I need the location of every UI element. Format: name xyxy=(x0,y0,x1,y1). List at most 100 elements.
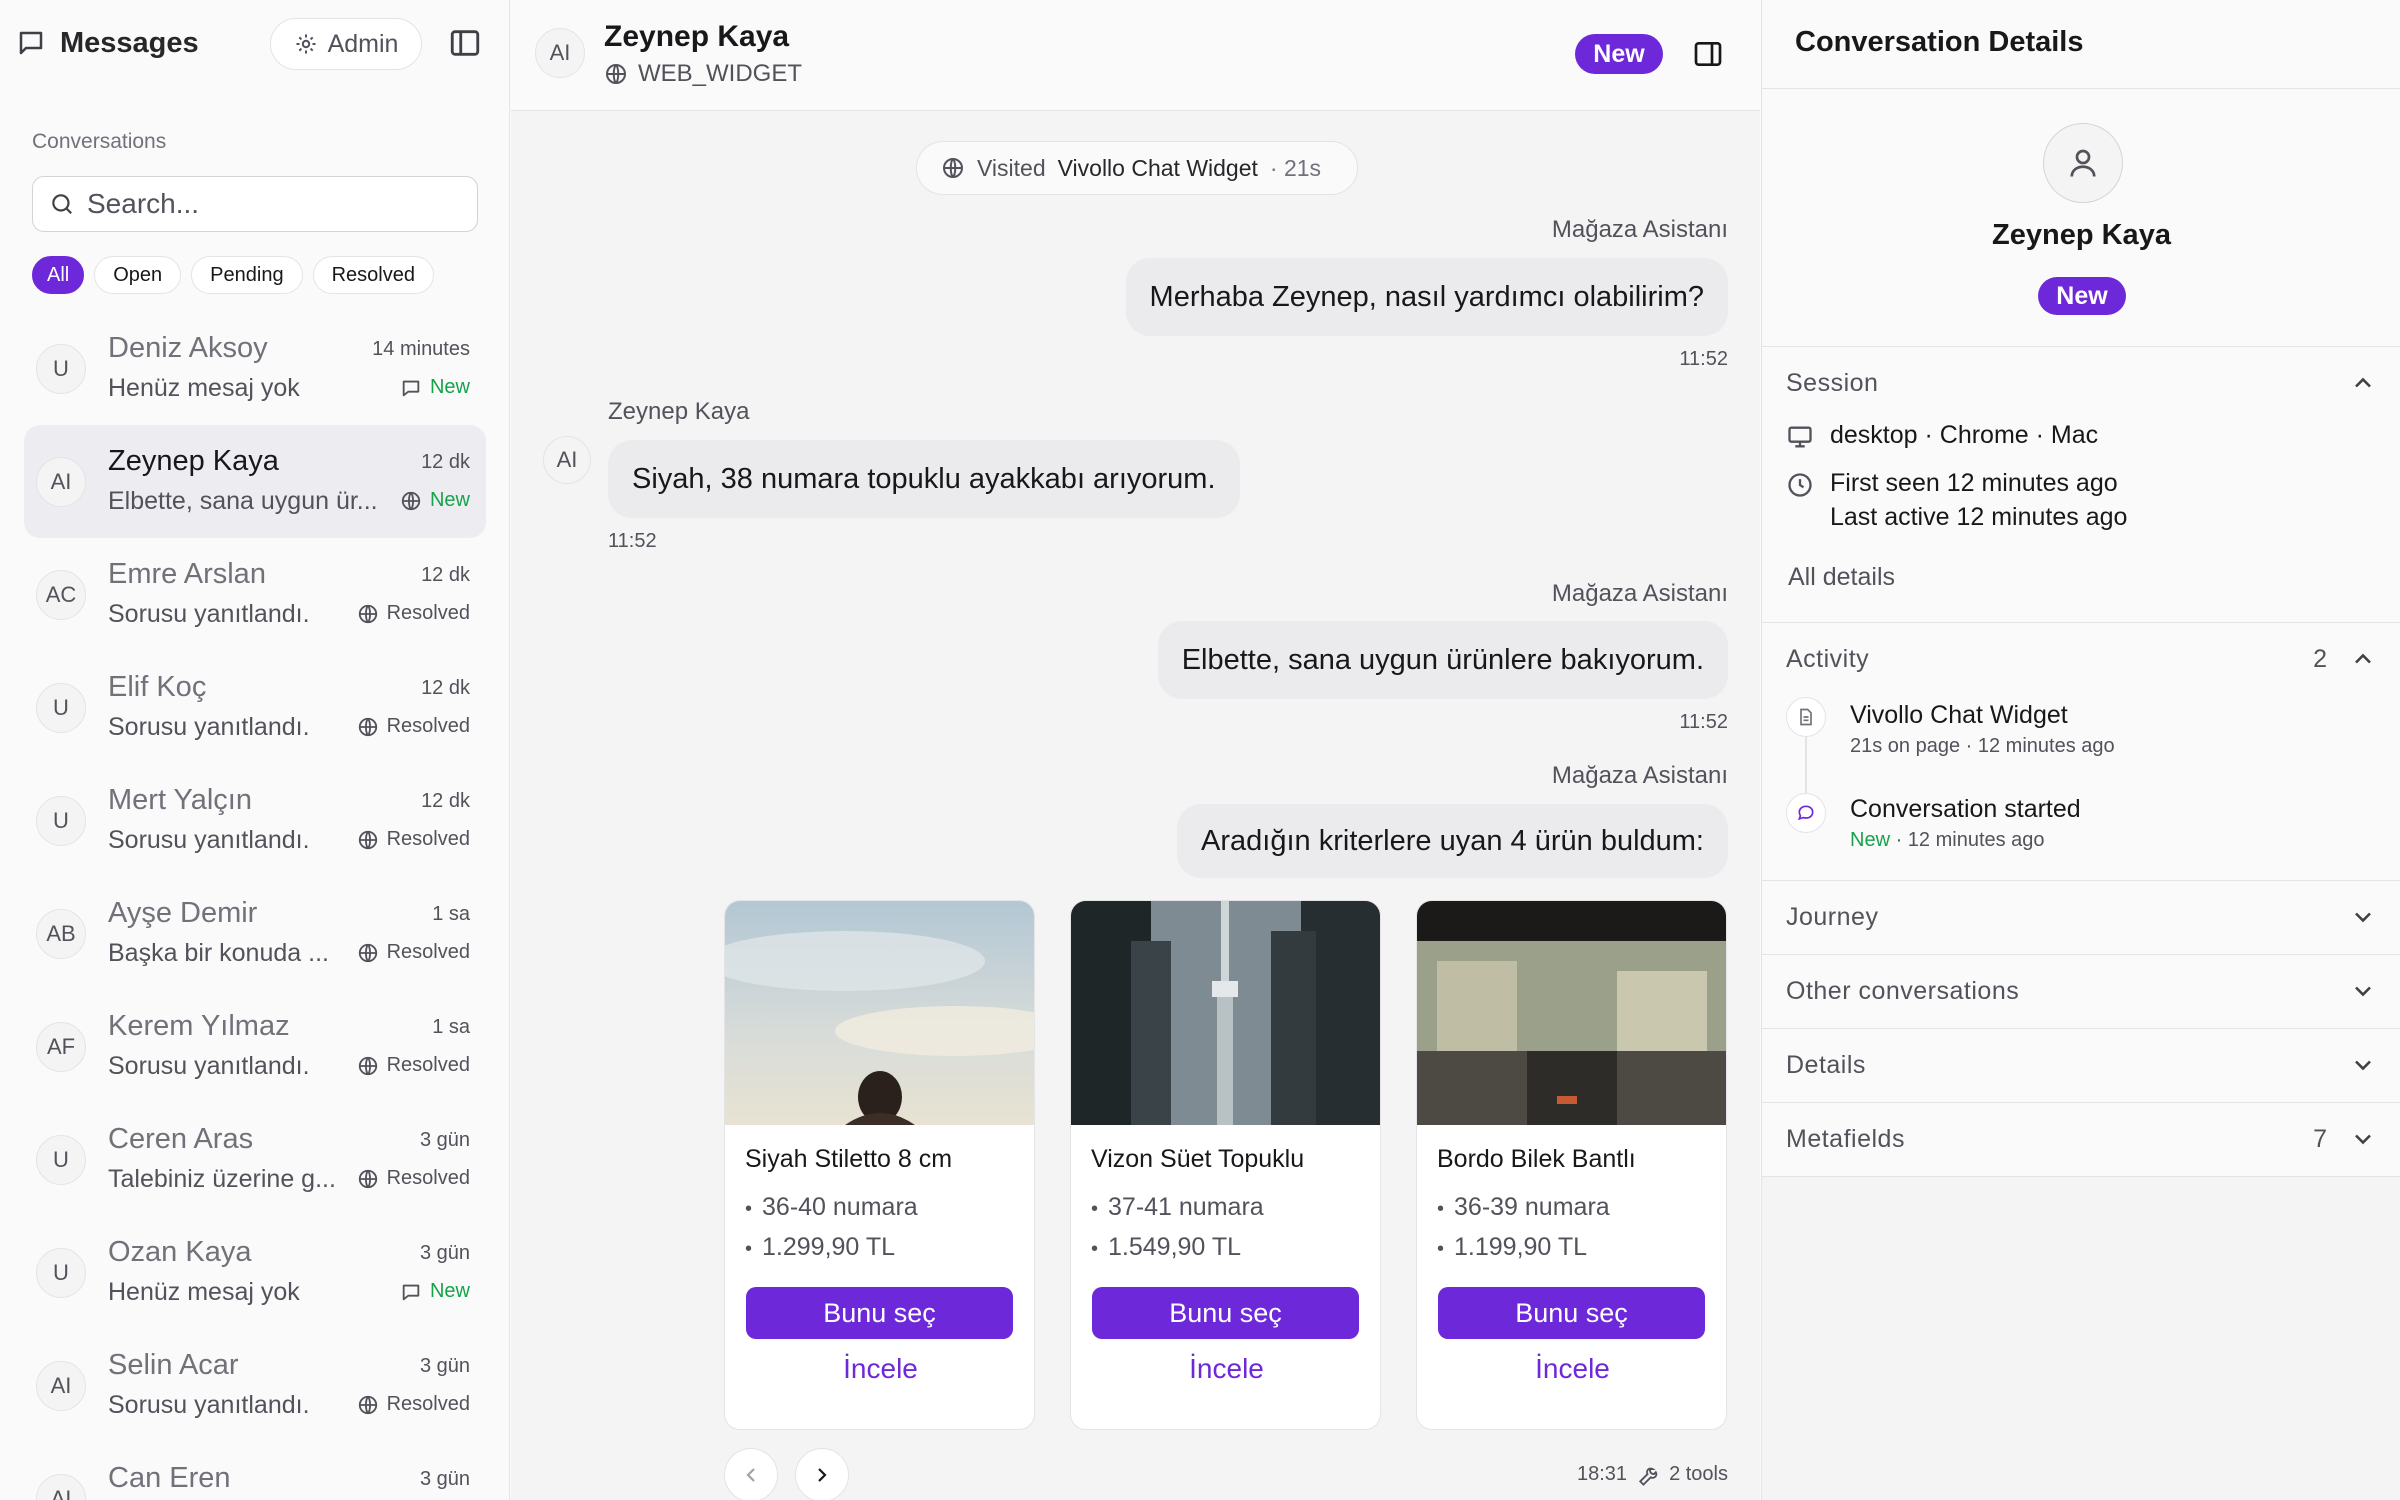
view-product-link[interactable]: İncele xyxy=(725,1353,1034,1385)
filter-pending[interactable]: Pending xyxy=(191,256,303,294)
activity-title[interactable]: Activity xyxy=(1786,645,1869,674)
product-size: 36-39 numara xyxy=(1437,1193,1610,1222)
conversation-item[interactable]: AC Emre Arslan 12 dk Sorusu yanıtlandı. Reso… xyxy=(24,538,486,651)
product-size: 36-40 numara xyxy=(745,1193,918,1222)
message-sender: Zeynep Kaya xyxy=(608,398,750,425)
admin-button[interactable]: Admin xyxy=(270,18,422,70)
other-conversations-title: Other conversations xyxy=(1786,977,2020,1005)
search-input[interactable] xyxy=(87,188,447,220)
details-section[interactable]: Details xyxy=(1762,1029,2400,1103)
journey-section[interactable]: Journey xyxy=(1762,881,2400,955)
monitor-icon xyxy=(1788,426,1812,448)
conversation-preview: Sorusu yanıtlandı. xyxy=(108,713,310,741)
filter-resolved[interactable]: Resolved xyxy=(312,256,434,294)
product-image xyxy=(1417,901,1726,1125)
conversation-item[interactable]: U Deniz Aksoy 14 minutes Henüz mesaj yok New xyxy=(24,312,486,425)
conversation-item[interactable]: AB Ayşe Demir 1 sa Başka bir konuda ... Reso… xyxy=(24,877,486,990)
chevron-up-icon[interactable] xyxy=(2349,645,2377,673)
sidebar-toggle-icon[interactable] xyxy=(448,26,482,60)
view-product-link[interactable]: İncele xyxy=(1417,1353,1726,1385)
chat-bubble-icon xyxy=(1797,805,1814,821)
conversation-preview: Sorusu yanıtlandı. xyxy=(108,826,310,854)
conversation-item[interactable]: AI Selin Acar 3 gün Sorusu yanıtlandı. Resol… xyxy=(24,1329,486,1442)
conversation-status: Resolved xyxy=(357,602,470,625)
product-price: 1.299,90 TL xyxy=(745,1233,895,1262)
product-carousel: Siyah Stiletto 8 cm 36-40 numara 1.299,9… xyxy=(724,900,1727,1430)
filter-all[interactable]: All xyxy=(32,256,85,294)
search-box[interactable] xyxy=(32,176,478,232)
activity-title-1: Vivollo Chat Widget xyxy=(1850,701,2068,729)
conversation-item[interactable]: U Ozan Kaya 3 gün Henüz mesaj yok New xyxy=(24,1216,486,1329)
conversation-status-label: Resolved xyxy=(386,1167,470,1189)
conversation-name: Ayşe Demir xyxy=(108,897,258,929)
conversation-status: New xyxy=(400,376,470,399)
conversation-item[interactable]: U Mert Yalçın 12 dk Sorusu yanıtlandı. Resol… xyxy=(24,764,486,877)
select-product-button[interactable]: Bunu seç xyxy=(1092,1287,1359,1339)
carousel-next-button[interactable] xyxy=(795,1448,849,1500)
avatar: U xyxy=(36,796,86,846)
chevron-up-icon[interactable] xyxy=(2349,369,2377,397)
select-product-button[interactable]: Bunu seç xyxy=(746,1287,1013,1339)
conversation-preview: Sorusu yanıtlandı. xyxy=(108,600,310,628)
conversation-item[interactable]: U Elif Koç 12 dk Sorusu yanıtlandı. Resolved xyxy=(24,651,486,764)
conversation-item[interactable]: AI Can Eren 3 gün xyxy=(24,1442,486,1500)
avatar: AI xyxy=(36,457,86,507)
conversation-name: Kerem Yılmaz xyxy=(108,1010,290,1042)
conversation-time: 12 dk xyxy=(421,564,470,586)
avatar: AI xyxy=(36,1474,86,1500)
conversations-heading: Conversations xyxy=(32,130,167,153)
select-product-button[interactable]: Bunu seç xyxy=(1438,1287,1705,1339)
all-details-link[interactable]: All details xyxy=(1788,563,1895,592)
panel-toggle-icon[interactable] xyxy=(1692,38,1724,70)
message-time: 11:52 xyxy=(1679,711,1728,733)
last-active: Last active 12 minutes ago xyxy=(1830,503,2128,531)
conversation-status-label: Resolved xyxy=(386,1393,470,1415)
session-title[interactable]: Session xyxy=(1786,369,1878,398)
contact-avatar: AI xyxy=(535,28,585,78)
message-sender: Mağaza Asistanı xyxy=(1551,216,1728,243)
product-title: Vizon Süet Topuklu xyxy=(1091,1145,1305,1173)
carousel-prev-button[interactable] xyxy=(724,1448,778,1500)
conversation-status-label: Resolved xyxy=(386,828,470,850)
journey-title: Journey xyxy=(1786,903,1879,931)
metafields-section[interactable]: Metafields 7 xyxy=(1762,1103,2400,1177)
visited-page: Vivollo Chat Widget xyxy=(1057,154,1258,181)
globe-icon xyxy=(357,716,379,738)
file-icon xyxy=(1800,708,1812,726)
contact-profile: Zeynep Kaya New xyxy=(1762,89,2400,347)
conversation-preview: Elbette, sana uygun ür... xyxy=(108,487,378,515)
conversation-name: Mert Yalçın xyxy=(108,784,252,816)
first-seen: First seen 12 minutes ago xyxy=(1830,469,2118,497)
conversation-item[interactable]: AI Zeynep Kaya 12 dk Elbette, sana uygun ür… xyxy=(24,425,486,538)
visited-prefix: Visited xyxy=(977,154,1046,181)
view-product-link[interactable]: İncele xyxy=(1071,1353,1380,1385)
conversation-status: Resolved xyxy=(357,828,470,851)
profile-status-badge: New xyxy=(2038,277,2126,315)
other-conversations-section[interactable]: Other conversations xyxy=(1762,955,2400,1029)
conversation-time: 1 sa xyxy=(432,903,470,925)
session-device: desktop · Chrome · Mac xyxy=(1830,421,2099,449)
conversation-status: New xyxy=(400,1280,470,1303)
search-icon xyxy=(52,194,72,214)
globe-icon xyxy=(400,490,422,512)
product-card: Bordo Bilek Bantlı 36-39 numara 1.199,90… xyxy=(1416,900,1727,1430)
product-price: 1.199,90 TL xyxy=(1437,1233,1587,1262)
product-price: 1.549,90 TL xyxy=(1091,1233,1241,1262)
metafields-title: Metafields xyxy=(1786,1125,1905,1153)
status-filters: All Open Pending Resolved xyxy=(32,256,434,294)
tools-count[interactable]: 2 tools xyxy=(1669,1463,1728,1486)
avatar: U xyxy=(36,344,86,394)
clock-icon xyxy=(1788,473,1812,497)
filter-open[interactable]: Open xyxy=(94,256,182,294)
activity-status: New xyxy=(1850,829,1891,851)
conversation-item[interactable]: AF Kerem Yılmaz 1 sa Sorusu yanıtlandı. Reso… xyxy=(24,990,486,1103)
chat-icon xyxy=(400,377,422,399)
chat-icon xyxy=(400,1281,422,1303)
conversation-time: 12 dk xyxy=(421,790,470,812)
conversation-status: Resolved xyxy=(357,1054,470,1077)
avatar: U xyxy=(36,1248,86,1298)
conversation-time: 14 minutes xyxy=(372,338,470,360)
globe-icon xyxy=(606,64,626,84)
product-title: Siyah Stiletto 8 cm xyxy=(745,1145,953,1173)
conversation-item[interactable]: U Ceren Aras 3 gün Talebiniz üzerine g... Re… xyxy=(24,1103,486,1216)
